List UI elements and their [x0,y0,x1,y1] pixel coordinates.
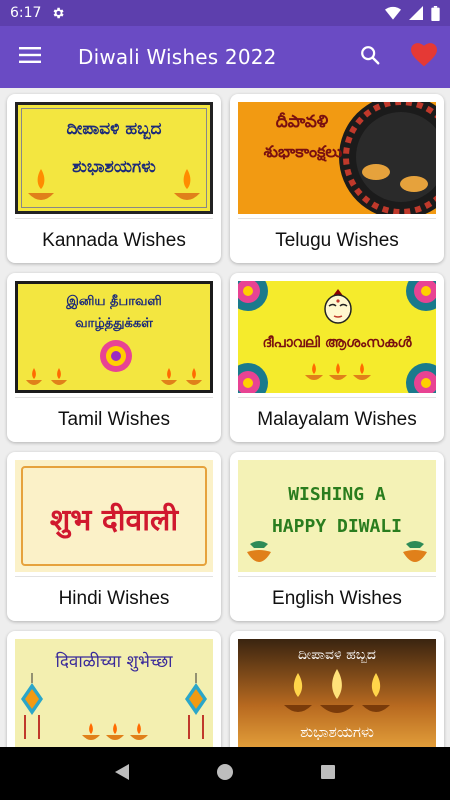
search-icon [359,44,381,70]
lantern-icon [185,673,207,739]
card-kannada-2[interactable]: ದೀಪಾವಳಿ ಹಬ್ಬದ ಶುಭಾಶಯಗಳು [230,631,444,747]
card-malayalam[interactable]: ദീപാവലി ആശംസകൾ Malayalam Wishes [230,273,444,442]
thumb-text-line: శుభాకాంక్షలు [263,142,343,161]
candles-icon [284,669,390,713]
settings-icon [51,6,65,20]
card-divider [238,397,436,398]
back-icon [114,763,130,785]
diya-icon [82,723,148,740]
battery-icon [431,5,440,21]
thumb-text-line: இனிய தீபாவளி [66,294,162,309]
diya-icon [305,363,371,380]
hindi-thumbnail: शुभ दीवाली [15,460,213,572]
card-kannada[interactable]: ದೀಪಾವಳಿ ಹಬ್ಬದ ಶುಭಾಶಯಗಳು Kannada Wishes [7,94,221,263]
home-button[interactable] [205,754,245,794]
kannada-thumbnail: ದೀಪಾವಳಿ ಹಬ್ಬದ ಶುಭಾಶಯಗಳು [15,102,213,214]
status-time: 6:17 [10,5,42,21]
app-bar: Diwali Wishes 2022 [0,26,450,88]
search-button[interactable] [350,26,390,88]
thumb-text-line: WISHING A [288,484,386,505]
recents-button[interactable] [308,754,348,794]
card-hindi[interactable]: शुभ दीवाली Hindi Wishes [7,452,221,621]
back-button[interactable] [102,754,142,794]
diya-icon [174,169,200,200]
card-label: Tamil Wishes [58,409,170,430]
goddess-face-icon [324,289,352,324]
menu-icon [19,47,41,67]
diya-icon [28,169,54,200]
home-icon [216,763,234,785]
thumb-text-line: शुभ दीवाली [49,503,179,538]
navigation-bar [0,747,450,800]
kalash-icon [247,541,271,562]
heart-icon [411,43,437,71]
thumb-text-line: दिवाळीच्या शुभेच्छा [55,652,173,672]
thumb-text-line: దీపావళి [275,112,329,132]
tamil-thumbnail: இனிய தீபாவளி வாழ்த்துக்கள் [15,281,213,393]
card-telugu[interactable]: దీపావళి శుభాకాంక్షలు Telugu Wishes [230,94,444,263]
card-label: English Wishes [272,588,402,609]
card-divider [238,218,436,219]
marathi-thumbnail: दिवाळीच्या शुभेच्छा [15,639,213,747]
mandala-icon [238,363,268,393]
rangoli-icon [100,340,132,372]
telugu-thumbnail: దీపావళి శుభాకాంక్షలు [238,102,436,214]
card-tamil[interactable]: இனிய தீபாவளி வாழ்த்துக்கள் Tamil Wishes [7,273,221,442]
mandala-icon [406,281,436,311]
thumb-text-line: ಶುಭಾಶಯಗಳು [300,723,374,741]
card-label: Kannada Wishes [42,230,186,251]
mandala-icon [238,281,268,311]
diya-icon [161,368,202,385]
card-label: Malayalam Wishes [257,409,417,430]
card-label: Telugu Wishes [275,230,399,251]
favorites-button[interactable] [404,26,444,88]
recents-icon [320,764,336,784]
thumb-text-line: HAPPY DIWALI [271,516,403,537]
signal-icon [409,6,423,20]
lantern-icon [21,673,43,739]
diya-icon [26,368,67,385]
mandala-icon [406,363,436,393]
card-label: Hindi Wishes [58,588,170,609]
thumb-text-line: ದೀಪಾವಳಿ ಹಬ್ಬದ [298,647,376,663]
card-divider [15,397,213,398]
card-marathi[interactable]: दिवाळीच्या शुभेच्छा [7,631,221,747]
wifi-icon [385,6,401,20]
english-thumbnail: WISHING A HAPPY DIWALI [238,460,436,572]
card-divider [238,576,436,577]
kalash-icon [403,541,427,562]
malayalam-thumbnail: ദീപാവലി ആശംസകൾ [238,281,436,393]
app-title: Diwali Wishes 2022 [78,45,277,69]
wishes-grid: ದೀಪಾವಳಿ ಹಬ್ಬದ ಶುಭಾಶಯಗಳು Kannada Wishes ద… [0,88,450,747]
card-divider [15,576,213,577]
thumb-text-line: வாழ்த்துக்கள் [75,316,153,331]
card-english[interactable]: WISHING A HAPPY DIWALI English Wishes [230,452,444,621]
kannada-2-thumbnail: ದೀಪಾವಳಿ ಹಬ್ಬದ ಶುಭಾಶಯಗಳು [238,639,436,747]
status-bar: 6:17 [0,0,450,26]
card-divider [15,218,213,219]
thumb-text-line: ದೀಪಾವಳಿ ಹಬ್ಬದ [66,119,162,139]
thumb-text-line: ദീപാവലി ആശംസകൾ [262,335,412,351]
menu-button[interactable] [0,26,60,88]
